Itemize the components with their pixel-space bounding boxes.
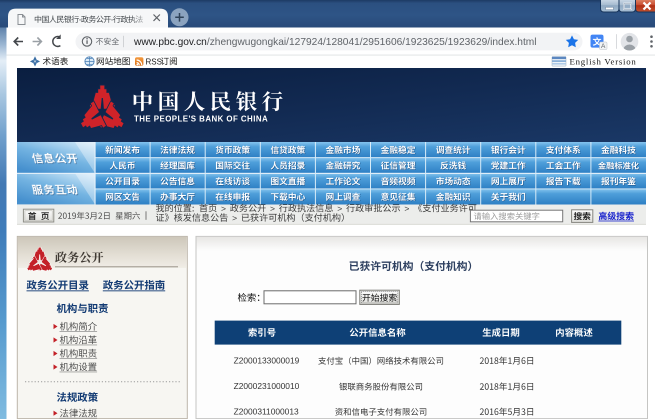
svg-text:>: > xyxy=(232,213,237,223)
svg-text:THE PEOPLE'S BANK OF CHINA: THE PEOPLE'S BANK OF CHINA xyxy=(134,114,268,123)
svg-text:>: > xyxy=(404,203,409,213)
svg-text:>: > xyxy=(221,203,226,213)
svg-text:www.pbc.gov.cn/zhengwugongkai/: www.pbc.gov.cn/zhengwugongkai/127924/128… xyxy=(133,37,537,48)
svg-text:English Version: English Version xyxy=(570,57,637,67)
svg-text:Z2000133000019: Z2000133000019 xyxy=(234,355,300,365)
svg-text:>: > xyxy=(270,203,275,213)
svg-text:A: A xyxy=(601,43,606,50)
svg-text:Z2000231000010: Z2000231000010 xyxy=(234,381,300,391)
svg-text:Z2000311000013: Z2000311000013 xyxy=(234,406,299,416)
svg-text:>: > xyxy=(337,203,342,213)
svg-text:RSS: RSS xyxy=(146,57,162,66)
